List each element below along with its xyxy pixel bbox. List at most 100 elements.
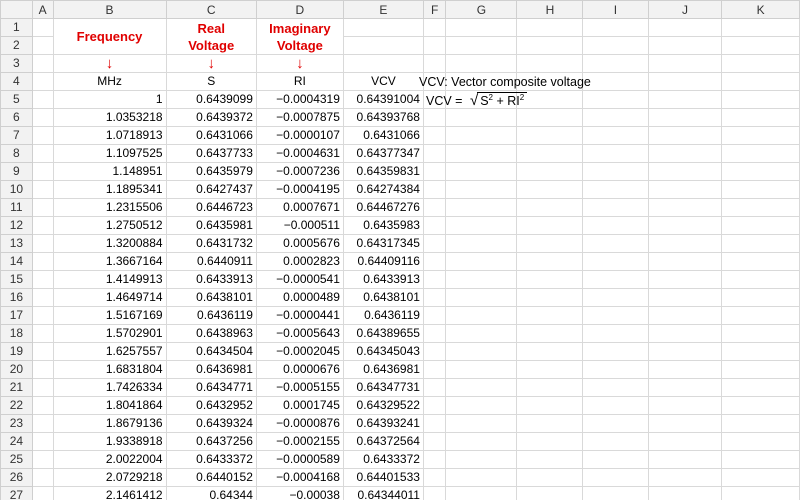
- cell[interactable]: [721, 216, 800, 235]
- cell-real[interactable]: 0.6439372: [165, 108, 257, 127]
- cell[interactable]: [582, 144, 649, 163]
- row-header[interactable]: 24: [0, 432, 33, 451]
- column-header-f[interactable]: F: [422, 0, 447, 19]
- cell-imaginary[interactable]: −0.0004319: [255, 90, 344, 109]
- cell[interactable]: [721, 18, 800, 37]
- header-frequency[interactable]: Frequency: [52, 18, 167, 55]
- cell[interactable]: [516, 126, 584, 145]
- cell[interactable]: [445, 396, 518, 415]
- cell[interactable]: [721, 270, 800, 289]
- cell[interactable]: [647, 342, 723, 361]
- cell[interactable]: [516, 414, 584, 433]
- cell[interactable]: [445, 450, 518, 469]
- cell[interactable]: [516, 432, 584, 451]
- cell-frequency[interactable]: 1.3667164: [52, 252, 167, 271]
- cell[interactable]: [422, 18, 447, 37]
- cell-real[interactable]: 0.64344: [165, 486, 257, 500]
- cell-frequency[interactable]: 1.1895341: [52, 180, 167, 199]
- column-header-g[interactable]: G: [445, 0, 518, 19]
- cell[interactable]: [445, 234, 518, 253]
- cell-frequency[interactable]: 1.0718913: [52, 126, 167, 145]
- cell[interactable]: [516, 162, 584, 181]
- cell[interactable]: [647, 36, 723, 55]
- cell-frequency[interactable]: 2.0729218: [52, 468, 167, 487]
- cell[interactable]: [516, 270, 584, 289]
- cell[interactable]: [647, 252, 723, 271]
- cell[interactable]: [422, 486, 447, 500]
- row-header[interactable]: 23: [0, 414, 33, 433]
- cell[interactable]: [516, 54, 584, 73]
- column-header-a[interactable]: A: [31, 0, 54, 19]
- row-header[interactable]: 8: [0, 144, 33, 163]
- cell[interactable]: [445, 180, 518, 199]
- cell-imaginary[interactable]: 0.0007671: [255, 198, 344, 217]
- cell[interactable]: [516, 144, 584, 163]
- cell-real[interactable]: 0.6440911: [165, 252, 257, 271]
- cell-frequency[interactable]: 2.0022004: [52, 450, 167, 469]
- cell[interactable]: [582, 468, 649, 487]
- cell[interactable]: [516, 252, 584, 271]
- row-header[interactable]: 5: [0, 90, 33, 109]
- cell[interactable]: [31, 342, 54, 361]
- cell[interactable]: [445, 324, 518, 343]
- row-header[interactable]: 19: [0, 342, 33, 361]
- cell-frequency[interactable]: 1.5702901: [52, 324, 167, 343]
- cell-real[interactable]: 0.6434771: [165, 378, 257, 397]
- cell[interactable]: [721, 450, 800, 469]
- cell[interactable]: [516, 450, 584, 469]
- cell[interactable]: [31, 198, 54, 217]
- cell[interactable]: [647, 288, 723, 307]
- cell-vcv[interactable]: 0.64345043: [342, 342, 424, 361]
- cell[interactable]: [516, 198, 584, 217]
- cell[interactable]: [582, 162, 649, 181]
- row-header[interactable]: 18: [0, 324, 33, 343]
- cell[interactable]: [342, 36, 424, 55]
- cell[interactable]: [445, 432, 518, 451]
- cell-vcv[interactable]: 0.6433913: [342, 270, 424, 289]
- cell-frequency[interactable]: 1.148951: [52, 162, 167, 181]
- cell-imaginary[interactable]: −0.0002045: [255, 342, 344, 361]
- cell-frequency[interactable]: 1.4149913: [52, 270, 167, 289]
- unit-s[interactable]: S: [165, 72, 257, 91]
- column-header-j[interactable]: J: [647, 0, 723, 19]
- cell[interactable]: [582, 54, 649, 73]
- cell-imaginary[interactable]: −0.0004631: [255, 144, 344, 163]
- cell[interactable]: [721, 432, 800, 451]
- cell[interactable]: [582, 378, 649, 397]
- cell[interactable]: [31, 432, 54, 451]
- cell[interactable]: [721, 36, 800, 55]
- cell-imaginary[interactable]: −0.0002155: [255, 432, 344, 451]
- cell[interactable]: [445, 288, 518, 307]
- cell-frequency[interactable]: 1.3200884: [52, 234, 167, 253]
- cell[interactable]: [422, 324, 447, 343]
- cell[interactable]: [647, 396, 723, 415]
- cell[interactable]: [422, 108, 447, 127]
- cell[interactable]: [445, 252, 518, 271]
- cell-real[interactable]: 0.6437733: [165, 144, 257, 163]
- column-header-i[interactable]: I: [582, 0, 649, 19]
- cell[interactable]: [582, 342, 649, 361]
- cell[interactable]: [516, 378, 584, 397]
- cell[interactable]: [721, 144, 800, 163]
- cell[interactable]: [647, 360, 723, 379]
- cell[interactable]: [647, 54, 723, 73]
- cell[interactable]: [516, 216, 584, 235]
- cell[interactable]: [445, 144, 518, 163]
- cell-vcv[interactable]: 0.64393768: [342, 108, 424, 127]
- cell[interactable]: [516, 468, 584, 487]
- cell[interactable]: [647, 486, 723, 500]
- cell[interactable]: [721, 414, 800, 433]
- cell[interactable]: [422, 468, 447, 487]
- column-header-k[interactable]: K: [721, 0, 800, 19]
- cell-vcv[interactable]: 0.64467276: [342, 198, 424, 217]
- cell[interactable]: [31, 252, 54, 271]
- cell[interactable]: [647, 198, 723, 217]
- cell[interactable]: [445, 54, 518, 73]
- cell[interactable]: [445, 162, 518, 181]
- cell-vcv[interactable]: 0.64391004: [342, 90, 424, 109]
- cell-real[interactable]: 0.6436981: [165, 360, 257, 379]
- cell-real[interactable]: 0.6434504: [165, 342, 257, 361]
- cell-vcv[interactable]: 0.64409116: [342, 252, 424, 271]
- cell-vcv[interactable]: 0.64393241: [342, 414, 424, 433]
- cell[interactable]: [422, 162, 447, 181]
